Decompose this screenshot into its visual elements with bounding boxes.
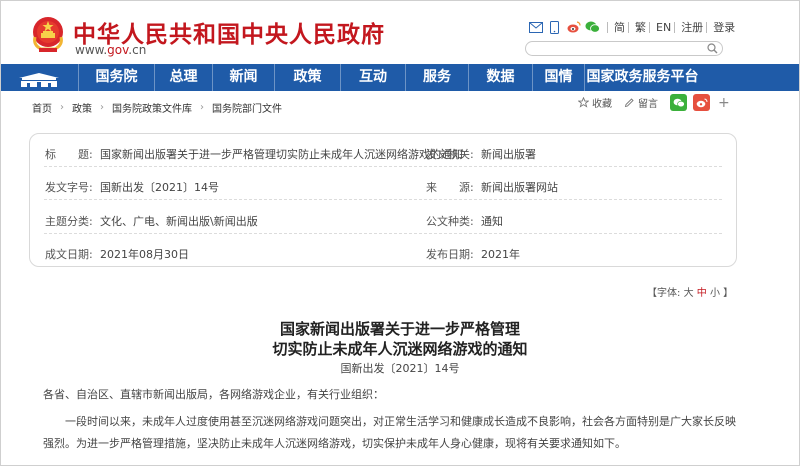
font-size-medium[interactable]: 中: [697, 288, 707, 299]
font-size-small[interactable]: 小: [710, 288, 720, 299]
tiananmen-icon: [19, 73, 59, 87]
breadcrumb-separator: ›: [60, 102, 64, 113]
divider: [649, 21, 650, 33]
main-nav: 国务院 总理 新闻 政策 互动 服务 数据 国情 国家政务服务平台: [0, 64, 800, 91]
login-link[interactable]: 登录: [713, 19, 735, 35]
share-wechat-button[interactable]: [670, 94, 687, 111]
weibo-icon[interactable]: [566, 21, 581, 34]
wechat-icon: [673, 98, 685, 107]
source-value: 新闻出版署网站: [481, 181, 558, 194]
comment-label: 留言: [638, 99, 658, 110]
nav-item-national-info[interactable]: 国情: [532, 64, 584, 91]
collect-label: 收藏: [592, 99, 612, 110]
breadcrumb-home[interactable]: 首页: [32, 100, 52, 115]
nav-item-premier[interactable]: 总理: [154, 64, 212, 91]
info-row: 主题分类: 文化、广电、新闻出版\新闻出版 公文种类: 通知: [30, 201, 736, 234]
info-row: 成文日期: 2021年08月30日 发布日期: 2021年: [30, 234, 736, 267]
row-divider: [44, 199, 722, 200]
article-tools: 收藏 留言 +: [578, 94, 730, 111]
nav-item-state-council[interactable]: 国务院: [78, 64, 154, 91]
breadcrumb-department-docs[interactable]: 国务院部门文件: [212, 100, 282, 115]
font-size-suffix: 】: [723, 288, 734, 299]
comment-button[interactable]: 留言: [624, 95, 658, 110]
top-links: 简 繁 EN 注册 登录: [528, 19, 735, 35]
written-date-label: 成文日期:: [45, 248, 93, 261]
mobile-icon[interactable]: [547, 20, 562, 34]
search-input[interactable]: [525, 41, 723, 56]
nav-item-data[interactable]: 数据: [468, 64, 532, 91]
nav-home[interactable]: [0, 64, 78, 91]
article-salutation: 各省、自治区、直辖市新闻出版局，各网络游戏企业，有关行业组织：: [43, 388, 384, 401]
nav-item-interaction[interactable]: 互动: [340, 64, 405, 91]
star-icon: [578, 97, 589, 108]
font-size-prefix: 【字体:: [647, 288, 681, 299]
font-size-large[interactable]: 大: [684, 288, 694, 299]
topic-label: 主题分类:: [45, 215, 93, 228]
article-paragraph: 一段时间以来，未成年人过度使用甚至沉迷网络游戏问题突出，对正常生活学习和健康成长…: [43, 415, 736, 450]
wechat-icon[interactable]: [585, 21, 600, 34]
article-title-line2: 切实防止未成年人沉迷网络游戏的通知: [272, 340, 528, 358]
breadcrumb-separator: ›: [100, 102, 104, 113]
simplified-chinese-link[interactable]: 简: [614, 19, 625, 35]
font-size-selector: 【字体: 大 中 小 】: [647, 284, 733, 299]
title-value: 国家新闻出版署关于进一步严格管理切实防止未成年人沉迷网络游戏的通知: [100, 148, 463, 161]
url-prefix: www.: [75, 43, 108, 57]
divider: [628, 21, 629, 33]
document-info-table: 标 题: 国家新闻出版署关于进一步严格管理切实防止未成年人沉迷网络游戏的通知 发…: [29, 133, 737, 267]
national-emblem-icon[interactable]: [31, 15, 65, 53]
pencil-icon: [624, 98, 634, 108]
url-gov: gov: [107, 43, 129, 57]
breadcrumb: 首页 › 政策 › 国务院政策文件库 › 国务院部门文件: [32, 100, 282, 115]
english-link[interactable]: EN: [656, 21, 671, 34]
site-url: www.gov.cn: [75, 43, 146, 57]
divider: [607, 21, 608, 33]
source-label: 来 源:: [426, 181, 474, 194]
site-header: 中华人民共和国中央人民政府 www.gov.cn 简 繁 EN 注册 登录: [0, 0, 800, 64]
traditional-chinese-link[interactable]: 繁: [635, 19, 646, 35]
issuer-label: 发文机关:: [426, 148, 474, 161]
doc-number-label: 发文字号:: [45, 181, 93, 194]
nav-item-news[interactable]: 新闻: [212, 64, 274, 91]
doc-type-value: 通知: [481, 215, 503, 228]
url-suffix: .cn: [128, 43, 147, 57]
publish-date-label: 发布日期:: [426, 248, 474, 261]
divider: [674, 21, 676, 33]
doc-number-value: 国新出发〔2021〕14号: [100, 181, 219, 194]
register-link[interactable]: 注册: [681, 19, 703, 35]
written-date-value: 2021年08月30日: [100, 248, 189, 261]
breadcrumb-policy-library[interactable]: 国务院政策文件库: [112, 100, 192, 115]
article-title-line1: 国家新闻出版署关于进一步严格管理: [279, 320, 520, 338]
share-more-button[interactable]: +: [718, 95, 730, 111]
article-doc-number: 国新出发〔2021〕14号: [340, 362, 460, 375]
publish-date-value: 2021年: [481, 248, 520, 261]
issuer-value: 新闻出版署: [481, 148, 536, 161]
divider: [706, 21, 708, 33]
info-row: 发文字号: 国新出发〔2021〕14号 来 源: 新闻出版署网站: [30, 167, 736, 200]
weibo-icon: [696, 98, 707, 107]
nav-item-services[interactable]: 服务: [405, 64, 468, 91]
mail-icon[interactable]: [528, 21, 543, 34]
breadcrumb-separator: ›: [200, 102, 204, 113]
nav-item-policy[interactable]: 政策: [274, 64, 340, 91]
share-weibo-button[interactable]: [693, 94, 710, 111]
title-label: 标 题:: [45, 148, 93, 161]
search-icon[interactable]: [707, 43, 718, 54]
info-row: 标 题: 国家新闻出版署关于进一步严格管理切实防止未成年人沉迷网络游戏的通知 发…: [30, 134, 736, 167]
doc-type-label: 公文种类:: [426, 215, 474, 228]
topic-value: 文化、广电、新闻出版\新闻出版: [100, 215, 258, 228]
nav-item-service-platform[interactable]: 国家政务服务平台: [584, 64, 700, 91]
breadcrumb-policy[interactable]: 政策: [72, 100, 92, 115]
collect-button[interactable]: 收藏: [578, 95, 612, 110]
